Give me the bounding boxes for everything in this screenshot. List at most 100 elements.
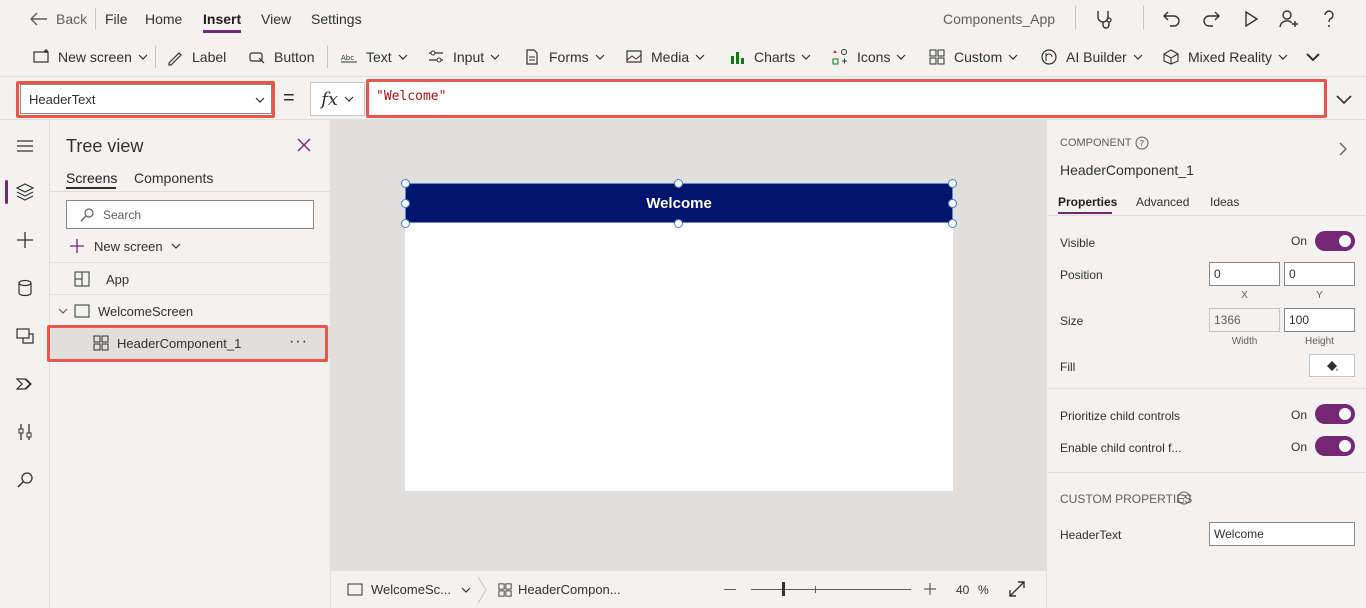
menu-home[interactable]: Home: [145, 11, 182, 27]
insert-plus-icon[interactable]: [15, 230, 35, 250]
tree-item-welcomescreen[interactable]: WelcomeScreen: [50, 295, 331, 327]
mixed-reality-dropdown[interactable]: Mixed Reality: [1162, 47, 1288, 67]
resize-handle-nw[interactable]: [401, 179, 410, 188]
formula-input[interactable]: "Welcome": [370, 82, 1323, 114]
expand-formula-chevron-icon[interactable]: [1335, 93, 1353, 105]
resize-handle-s[interactable]: [674, 219, 683, 228]
input-label: Input: [453, 49, 485, 65]
zoom-slider-thumb[interactable]: [782, 582, 785, 596]
menu-file[interactable]: File: [105, 11, 128, 27]
mixed-reality-cube-icon: [1163, 49, 1179, 65]
svg-text:?: ?: [1140, 140, 1145, 150]
chevron-down-icon: [897, 54, 906, 60]
height-caption: Height: [1305, 336, 1334, 347]
label-button[interactable]: Label: [166, 47, 226, 67]
text-icon: Abc: [341, 54, 357, 63]
welcome-screen-canvas[interactable]: [405, 183, 953, 491]
custom-dropdown[interactable]: Custom: [928, 47, 1018, 67]
visible-toggle[interactable]: [1315, 231, 1355, 251]
icons-dropdown[interactable]: Icons: [831, 47, 906, 67]
prioritize-child-toggle[interactable]: [1315, 404, 1355, 424]
fill-color-picker[interactable]: [1309, 354, 1355, 377]
charts-icon: [731, 52, 744, 64]
help-icon[interactable]: ?: [1135, 136, 1149, 150]
insert-ribbon: New screen Label Button Abc Text Input F…: [0, 38, 1366, 76]
fx-button[interactable]: fx: [310, 82, 365, 116]
menu-insert[interactable]: Insert: [203, 11, 241, 27]
more-options-icon[interactable]: ···: [289, 333, 308, 351]
size-width-input[interactable]: 1366: [1209, 308, 1280, 332]
share-user-icon[interactable]: [1278, 8, 1300, 30]
forms-dropdown[interactable]: Forms: [523, 47, 605, 67]
help-icon[interactable]: [1318, 8, 1340, 30]
tab-components[interactable]: Components: [134, 170, 213, 186]
ai-builder-dropdown[interactable]: AI Builder: [1040, 47, 1143, 67]
tree-item-headercomponent[interactable]: HeaderComponent_1 ···: [50, 327, 331, 359]
header-text-prop-input[interactable]: Welcome: [1209, 522, 1355, 546]
property-dropdown[interactable]: HeaderText: [20, 84, 272, 114]
redo-icon[interactable]: [1200, 8, 1222, 30]
power-automate-icon[interactable]: [15, 374, 35, 394]
zoom-value: 40: [956, 583, 970, 597]
resize-handle-w[interactable]: [401, 199, 410, 208]
size-height-input[interactable]: 100: [1284, 308, 1355, 332]
zoom-slider[interactable]: [751, 582, 911, 596]
close-icon[interactable]: [296, 137, 312, 153]
hamburger-menu-icon[interactable]: [15, 136, 35, 156]
resize-handle-e[interactable]: [948, 199, 957, 208]
media-image-icon: [626, 50, 642, 63]
new-screen-button[interactable]: New screen: [32, 47, 148, 67]
undo-icon[interactable]: [1161, 8, 1183, 30]
chevron-down-icon: [1278, 54, 1288, 60]
app-checker-stethoscope-icon[interactable]: [1094, 8, 1116, 30]
resize-handle-se[interactable]: [948, 219, 957, 228]
new-screen-label: New screen: [58, 49, 132, 65]
position-y-input[interactable]: 0: [1284, 262, 1355, 286]
enable-child-focus-toggle[interactable]: [1315, 436, 1355, 456]
media-icon[interactable]: [15, 326, 35, 346]
fit-to-window-icon[interactable]: [1009, 581, 1025, 597]
resize-handle-sw[interactable]: [401, 219, 410, 228]
tab-screens[interactable]: Screens: [66, 170, 117, 186]
media-dropdown[interactable]: Media: [625, 47, 705, 67]
charts-dropdown[interactable]: Charts: [728, 47, 811, 67]
help-icon[interactable]: ?: [1177, 491, 1191, 505]
advanced-tools-icon[interactable]: [15, 422, 35, 442]
breadcrumb-component[interactable]: HeaderCompon...: [498, 582, 621, 597]
resize-handle-n[interactable]: [674, 179, 683, 188]
chevron-down-icon: [695, 54, 705, 60]
data-cylinder-icon[interactable]: [15, 278, 35, 298]
tree-view-layers-icon[interactable]: [15, 182, 35, 202]
screen-icon: [347, 583, 363, 596]
play-preview-icon[interactable]: [1240, 8, 1262, 30]
zoom-in-icon[interactable]: [924, 583, 936, 595]
breadcrumb-screen[interactable]: WelcomeSc...: [347, 582, 471, 597]
text-dropdown[interactable]: Abc Text: [340, 47, 408, 67]
tree-item-app[interactable]: App: [50, 263, 331, 295]
ribbon-overflow-button[interactable]: [1305, 47, 1321, 67]
back-button[interactable]: Back: [30, 11, 87, 27]
header-component[interactable]: Welcome: [405, 183, 953, 223]
button-icon: [249, 52, 265, 64]
custom-component-icon: [929, 49, 945, 65]
menu-settings[interactable]: Settings: [311, 11, 362, 27]
chevron-down-icon: [255, 97, 265, 103]
search-icon[interactable]: [15, 470, 35, 490]
prioritize-state-text: On: [1291, 408, 1308, 422]
chevron-down-icon: [344, 96, 354, 102]
zoom-out-icon[interactable]: [724, 589, 736, 590]
tree-search-input[interactable]: Search: [66, 200, 314, 229]
button-button[interactable]: Button: [248, 47, 314, 67]
tab-ideas[interactable]: Ideas: [1210, 195, 1239, 209]
resize-handle-ne[interactable]: [948, 179, 957, 188]
position-x-input[interactable]: 0: [1209, 262, 1280, 286]
tab-advanced[interactable]: Advanced: [1136, 195, 1189, 209]
property-value: HeaderText: [29, 92, 96, 107]
new-screen-button[interactable]: New screen: [68, 237, 181, 255]
menu-view[interactable]: View: [261, 11, 291, 27]
chevron-right-icon[interactable]: [1337, 141, 1349, 157]
tab-properties[interactable]: Properties: [1058, 195, 1117, 209]
fill-label: Fill: [1060, 360, 1076, 374]
app-label: App: [106, 271, 130, 287]
input-dropdown[interactable]: Input: [427, 47, 500, 67]
